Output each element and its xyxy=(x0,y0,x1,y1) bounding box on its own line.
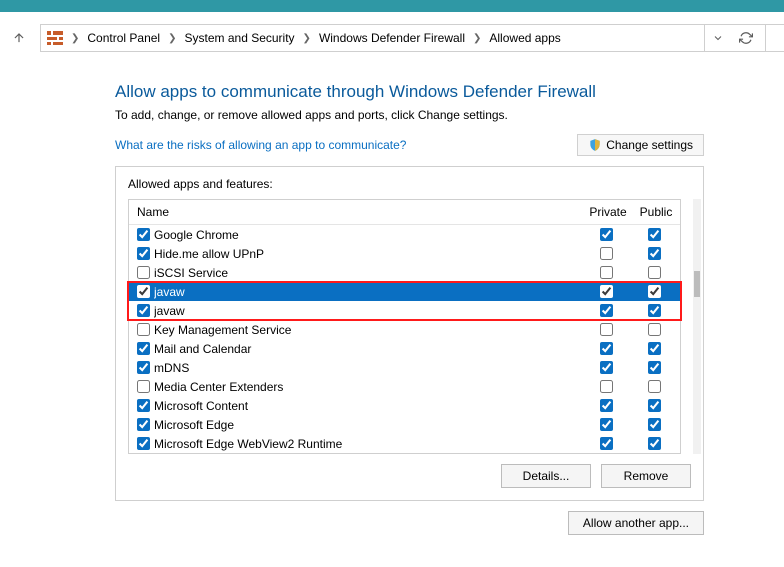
enable-checkbox[interactable] xyxy=(137,342,150,355)
app-name: Key Management Service xyxy=(154,323,584,337)
list-header: Name Private Public xyxy=(129,200,680,225)
scrollbar[interactable] xyxy=(693,199,701,454)
change-settings-label: Change settings xyxy=(606,138,693,152)
private-checkbox[interactable] xyxy=(600,285,613,298)
enable-checkbox[interactable] xyxy=(137,247,150,260)
chevron-right-icon: ❯ xyxy=(301,33,313,44)
public-checkbox[interactable] xyxy=(648,323,661,336)
chevron-right-icon: ❯ xyxy=(69,33,81,44)
breadcrumb-item[interactable]: Windows Defender Firewall xyxy=(319,31,465,45)
private-checkbox[interactable] xyxy=(600,437,613,450)
app-name: Microsoft Content xyxy=(154,399,584,413)
private-checkbox[interactable] xyxy=(600,247,613,260)
table-row[interactable]: Microsoft Edge WebView2 Runtime xyxy=(129,434,680,453)
table-row[interactable]: mDNS xyxy=(129,358,680,377)
app-name: Microsoft Edge xyxy=(154,418,584,432)
app-name: Media Center Extenders xyxy=(154,380,584,394)
chevron-right-icon: ❯ xyxy=(166,33,178,44)
enable-checkbox[interactable] xyxy=(137,228,150,241)
search-box-stub[interactable] xyxy=(704,24,784,52)
enable-checkbox[interactable] xyxy=(137,323,150,336)
main-content: Allow apps to communicate through Window… xyxy=(0,62,784,535)
table-row[interactable]: Hide.me allow UPnP xyxy=(129,244,680,263)
allow-another-app-button[interactable]: Allow another app... xyxy=(568,511,704,535)
change-settings-button[interactable]: Change settings xyxy=(577,134,704,156)
public-checkbox[interactable] xyxy=(648,266,661,279)
public-checkbox[interactable] xyxy=(648,304,661,317)
apps-list: Name Private Public Google Chrome Hide.me… xyxy=(128,199,681,454)
app-name: javaw xyxy=(154,304,584,318)
breadcrumb-item[interactable]: Allowed apps xyxy=(489,31,560,45)
private-checkbox[interactable] xyxy=(600,266,613,279)
page-subtitle: To add, change, or remove allowed apps a… xyxy=(115,108,704,122)
public-checkbox[interactable] xyxy=(648,418,661,431)
public-checkbox[interactable] xyxy=(648,399,661,412)
table-row[interactable]: javaw xyxy=(129,301,680,320)
private-checkbox[interactable] xyxy=(600,380,613,393)
up-arrow-icon xyxy=(12,31,26,45)
public-checkbox[interactable] xyxy=(648,361,661,374)
details-button[interactable]: Details... xyxy=(501,464,591,488)
risks-link[interactable]: What are the risks of allowing an app to… xyxy=(115,138,406,152)
app-name: mDNS xyxy=(154,361,584,375)
column-public[interactable]: Public xyxy=(632,200,680,224)
remove-button[interactable]: Remove xyxy=(601,464,691,488)
scrollbar-thumb[interactable] xyxy=(694,271,700,297)
app-name: Microsoft Edge WebView2 Runtime xyxy=(154,437,584,451)
enable-checkbox[interactable] xyxy=(137,266,150,279)
table-row[interactable]: Media Center Extenders xyxy=(129,377,680,396)
private-checkbox[interactable] xyxy=(600,342,613,355)
app-name: iSCSI Service xyxy=(154,266,584,280)
breadcrumb-item[interactable]: System and Security xyxy=(185,31,295,45)
enable-checkbox[interactable] xyxy=(137,418,150,431)
private-checkbox[interactable] xyxy=(600,323,613,336)
address-bar-row: ❯ Control Panel ❯ System and Security ❯ … xyxy=(0,12,784,62)
nav-up-button[interactable] xyxy=(10,29,28,47)
shield-icon xyxy=(588,138,602,152)
enable-checkbox[interactable] xyxy=(137,285,150,298)
enable-checkbox[interactable] xyxy=(137,361,150,374)
table-row[interactable]: Microsoft Content xyxy=(129,396,680,415)
breadcrumb-item[interactable]: Control Panel xyxy=(87,31,160,45)
app-name: javaw xyxy=(154,285,584,299)
public-checkbox[interactable] xyxy=(648,342,661,355)
public-checkbox[interactable] xyxy=(648,380,661,393)
public-checkbox[interactable] xyxy=(648,285,661,298)
chevron-right-icon: ❯ xyxy=(471,33,483,44)
firewall-icon xyxy=(47,31,63,45)
table-row[interactable]: Microsoft Edge xyxy=(129,415,680,434)
page-title: Allow apps to communicate through Window… xyxy=(115,82,704,102)
column-private[interactable]: Private xyxy=(584,200,632,224)
private-checkbox[interactable] xyxy=(600,228,613,241)
allowed-apps-panel: Allowed apps and features: Name Private … xyxy=(115,166,704,501)
enable-checkbox[interactable] xyxy=(137,399,150,412)
private-checkbox[interactable] xyxy=(600,304,613,317)
public-checkbox[interactable] xyxy=(648,437,661,450)
private-checkbox[interactable] xyxy=(600,399,613,412)
panel-label: Allowed apps and features: xyxy=(128,177,691,191)
app-name: Mail and Calendar xyxy=(154,342,584,356)
enable-checkbox[interactable] xyxy=(137,380,150,393)
table-row[interactable]: Key Management Service xyxy=(129,320,680,339)
public-checkbox[interactable] xyxy=(648,247,661,260)
private-checkbox[interactable] xyxy=(600,361,613,374)
table-row[interactable]: iSCSI Service xyxy=(129,263,680,282)
enable-checkbox[interactable] xyxy=(137,304,150,317)
public-checkbox[interactable] xyxy=(648,228,661,241)
app-name: Google Chrome xyxy=(154,228,584,242)
table-row[interactable]: javaw xyxy=(129,282,680,301)
table-row[interactable]: Google Chrome xyxy=(129,225,680,244)
address-box[interactable]: ❯ Control Panel ❯ System and Security ❯ … xyxy=(40,24,766,52)
table-row[interactable]: Mail and Calendar xyxy=(129,339,680,358)
private-checkbox[interactable] xyxy=(600,418,613,431)
enable-checkbox[interactable] xyxy=(137,437,150,450)
list-body: Google Chrome Hide.me allow UPnP iSCSI Ser… xyxy=(129,225,680,453)
app-name: Hide.me allow UPnP xyxy=(154,247,584,261)
column-name[interactable]: Name xyxy=(129,200,584,224)
title-bar-stub xyxy=(0,0,784,12)
